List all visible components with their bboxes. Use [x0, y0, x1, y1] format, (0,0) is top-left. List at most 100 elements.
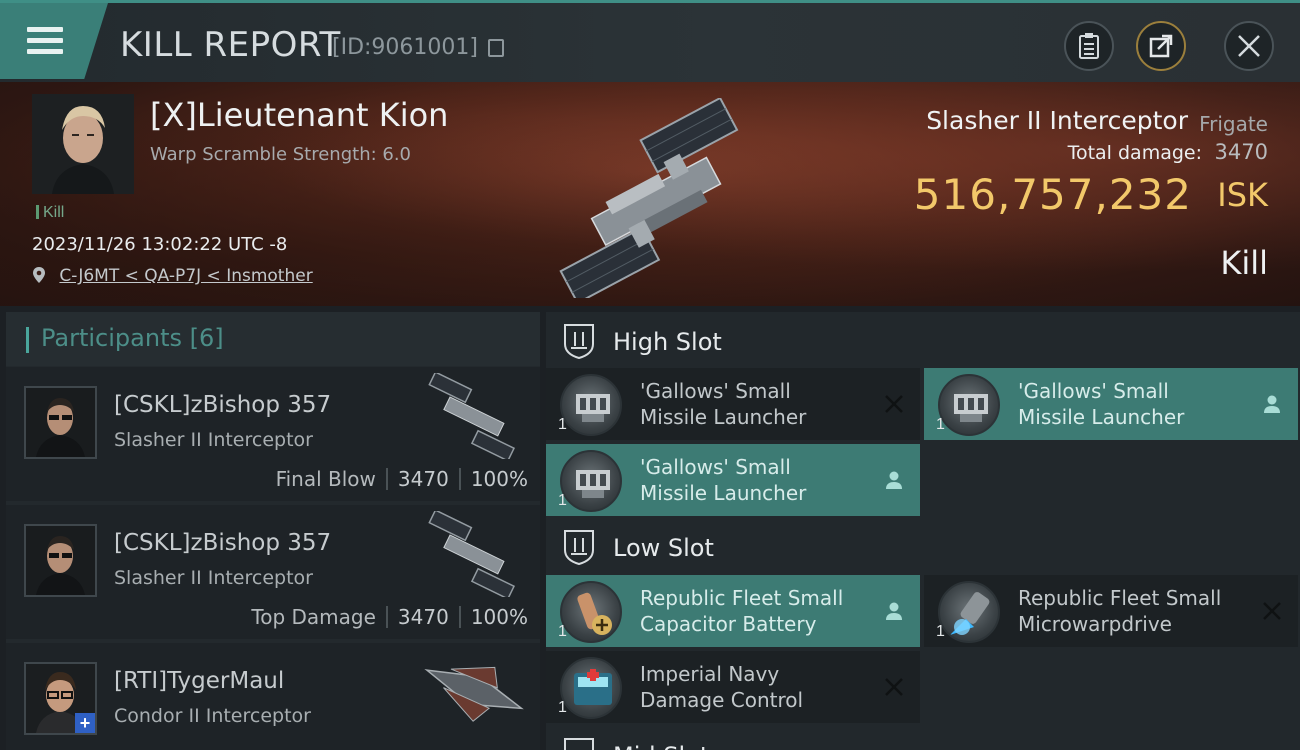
- kill-location[interactable]: C-J6MT < QA-P7J < Insmother: [32, 266, 313, 286]
- participant-percent: 100%: [470, 605, 528, 629]
- missile-launcher-icon: [560, 374, 622, 436]
- pilot-portrait-icon: [26, 526, 95, 595]
- top-damage-label: Top Damage: [251, 605, 376, 629]
- participant-name: [RTI]TygerMaul: [114, 668, 285, 694]
- module-item[interactable]: 1 'Gallows' Small Missile Launcher: [546, 444, 920, 516]
- isk-unit: ISK: [1217, 176, 1268, 214]
- participants-count: [6]: [189, 324, 224, 352]
- divider: [458, 468, 461, 490]
- damage-control-icon: [560, 657, 622, 719]
- fitting-panel: High Slot 1 'Gallows' Small Missile Launc…: [546, 312, 1300, 750]
- participant-ship-image: [414, 509, 532, 600]
- destroyed-x-icon: [885, 395, 903, 413]
- ship-render-icon: [428, 509, 516, 600]
- participant-ship-image: [414, 649, 532, 735]
- module-name: Republic Fleet Small Microwarpdrive: [1018, 586, 1222, 636]
- high-slot-shield-icon: [564, 324, 594, 360]
- participant-avatar[interactable]: [24, 386, 97, 459]
- participant-avatar[interactable]: [24, 524, 97, 597]
- copy-id-icon[interactable]: [488, 39, 504, 57]
- kill-summary-banner: [X]Lieutenant Kion Warp Scramble Strengt…: [0, 82, 1300, 306]
- share-icon: [1149, 34, 1173, 58]
- victim-portrait[interactable]: [32, 94, 134, 194]
- close-button[interactable]: [1224, 21, 1274, 71]
- microwarpdrive-icon: [938, 581, 1000, 643]
- participant-damage: 3470: [397, 467, 449, 491]
- destroyed-x-icon: [885, 678, 903, 696]
- participant-percent: 100%: [470, 467, 528, 491]
- close-icon: [1238, 35, 1260, 57]
- clipboard-icon: [1079, 33, 1099, 59]
- location-pin-icon: [33, 267, 45, 283]
- module-name: 'Gallows' Small Missile Launcher: [640, 455, 807, 505]
- ship-render-icon: [559, 96, 739, 305]
- module-item[interactable]: 1 'Gallows' Small Missile Launcher: [546, 368, 920, 440]
- share-button[interactable]: [1136, 21, 1186, 71]
- page-title: KILL REPORT: [120, 25, 341, 65]
- module-quantity: 1: [558, 416, 567, 433]
- clipboard-button[interactable]: [1064, 21, 1114, 71]
- warp-scramble-strength: Warp Scramble Strength: 6.0: [150, 144, 412, 165]
- mid-slot-shield-icon: [564, 738, 594, 750]
- module-item[interactable]: 1 Imperial Navy Damage Control: [546, 651, 920, 723]
- module-name: Republic Fleet Small Capacitor Battery: [640, 586, 844, 636]
- module-name: 'Gallows' Small Missile Launcher: [640, 379, 807, 429]
- mid-slot-title: Mid Slot: [613, 742, 709, 750]
- pilot-portrait-icon: [32, 94, 134, 194]
- kill-datetime: 2023/11/26 13:02:22 UTC -8: [32, 234, 288, 255]
- low-slot-shield-icon: [564, 530, 594, 566]
- participant-stats: Top Damage 3470 100%: [251, 605, 528, 629]
- missile-launcher-icon: [560, 450, 622, 512]
- victim-name: [X]Lieutenant Kion: [150, 96, 449, 134]
- participants-header: Participants [6]: [6, 312, 540, 366]
- divider: [385, 468, 388, 490]
- kill-result: Kill: [1220, 244, 1268, 282]
- mid-slot-header: Mid Slot: [546, 728, 1300, 750]
- total-damage-label: Total damage:: [1067, 142, 1202, 164]
- capacitor-battery-icon: [560, 581, 622, 643]
- module-item[interactable]: 1 'Gallows' Small Missile Launcher: [924, 368, 1298, 440]
- ship-render-icon: [424, 666, 524, 722]
- victim-ship-name: Slasher II Interceptor: [926, 106, 1188, 135]
- participant-row[interactable]: [CSKL]zBishop 357 Slasher II Interceptor…: [6, 367, 540, 501]
- ship-render-icon: [428, 371, 516, 462]
- divider: [385, 606, 388, 628]
- top-bar: KILL REPORT [ID:9061001]: [0, 0, 1300, 82]
- kill-id: [ID:9061001]: [332, 35, 478, 60]
- low-slot-header: Low Slot: [546, 520, 1300, 574]
- module-item[interactable]: 1 Republic Fleet Small Microwarpdrive: [924, 575, 1298, 647]
- participants-title: Participants [6]: [41, 324, 224, 352]
- participant-ship: Slasher II Interceptor: [114, 429, 313, 451]
- destroyed-x-icon: [1263, 602, 1281, 620]
- plus-badge-icon: +: [75, 713, 95, 733]
- high-slot-title: High Slot: [613, 328, 722, 356]
- participant-row[interactable]: [CSKL]zBishop 357 Slasher II Interceptor…: [6, 505, 540, 639]
- pilot-portrait-icon: [26, 388, 95, 457]
- participant-damage: 3470: [397, 605, 449, 629]
- menu-button[interactable]: [0, 3, 108, 79]
- isk-value: 516,757,232: [913, 170, 1192, 219]
- module-quantity: 1: [558, 699, 567, 716]
- module-name: Imperial Navy Damage Control: [640, 662, 804, 712]
- module-item[interactable]: 1 Republic Fleet Small Capacitor Battery: [546, 575, 920, 647]
- missile-launcher-icon: [938, 374, 1000, 436]
- participant-ship-image: [414, 371, 532, 462]
- dropped-person-icon: [886, 471, 902, 489]
- hamburger-menu-icon: [27, 27, 63, 55]
- total-damage-value: 3470: [1214, 140, 1268, 164]
- module-quantity: 1: [936, 416, 945, 433]
- divider: [458, 606, 461, 628]
- participant-ship: Condor II Interceptor: [114, 705, 311, 727]
- participant-avatar[interactable]: +: [24, 662, 97, 735]
- final-blow-label: Final Blow: [275, 467, 376, 491]
- location-link[interactable]: C-J6MT < QA-P7J < Insmother: [59, 266, 312, 286]
- module-quantity: 1: [558, 623, 567, 640]
- dropped-person-icon: [1264, 395, 1280, 413]
- module-quantity: 1: [936, 623, 945, 640]
- participant-row[interactable]: + [RTI]TygerMaul Condor II Interceptor: [6, 643, 540, 750]
- participant-name: [CSKL]zBishop 357: [114, 530, 332, 556]
- high-slot-header: High Slot: [546, 314, 1300, 368]
- module-name: 'Gallows' Small Missile Launcher: [1018, 379, 1185, 429]
- low-slot-title: Low Slot: [613, 534, 714, 562]
- participant-ship: Slasher II Interceptor: [114, 567, 313, 589]
